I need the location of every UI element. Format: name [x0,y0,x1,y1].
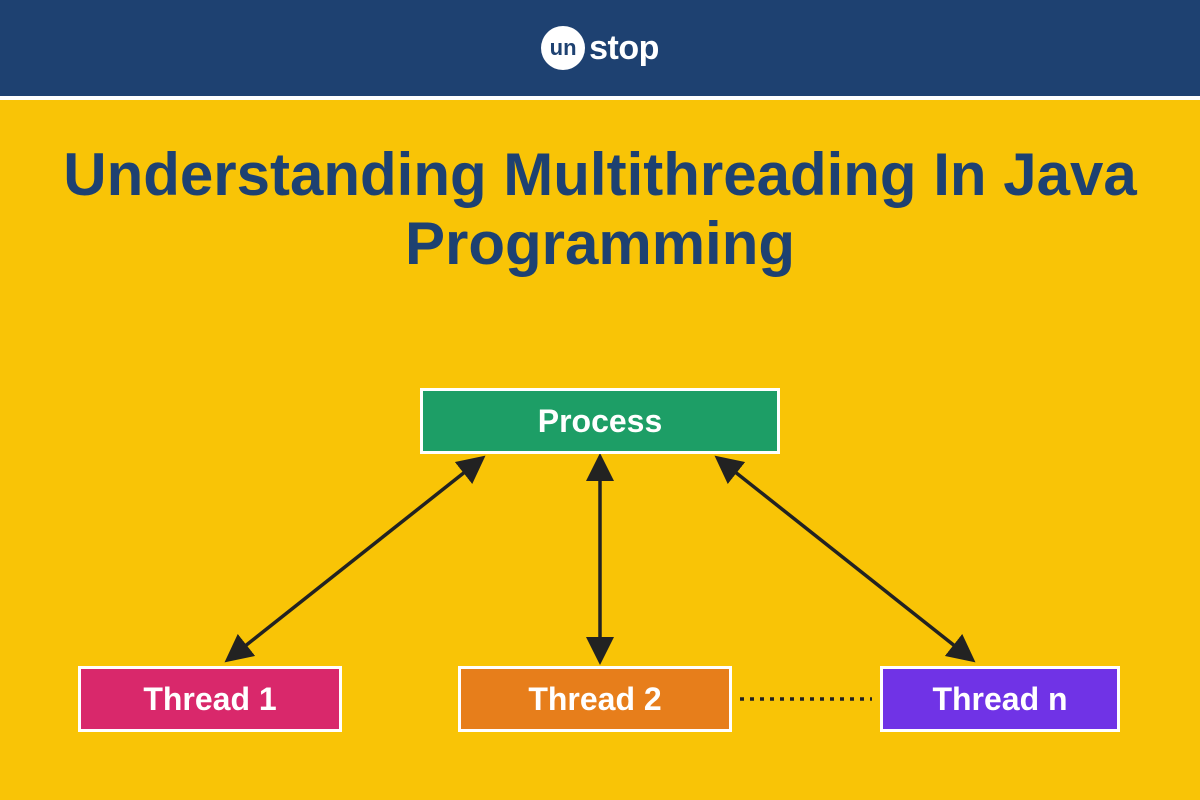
thread2-label: Thread 2 [528,681,661,718]
process-label: Process [538,403,663,440]
content-area: Understanding Multithreading In Java Pro… [0,96,1200,800]
threadn-label: Thread n [932,681,1067,718]
brand-logo-circle: un [541,26,585,70]
page-title: Understanding Multithreading In Java Pro… [0,100,1200,278]
threadn-node: Thread n [880,666,1120,732]
multithreading-diagram: Process Thread 1 Thread 2 Thread n [0,360,1200,800]
process-node: Process [420,388,780,454]
thread1-node: Thread 1 [78,666,342,732]
thread2-node: Thread 2 [458,666,732,732]
brand-logo-icon-text: un [550,35,577,61]
brand-logo: un stop [541,26,659,70]
thread1-label: Thread 1 [143,681,276,718]
header-bar: un stop [0,0,1200,96]
brand-logo-name: stop [589,29,659,68]
